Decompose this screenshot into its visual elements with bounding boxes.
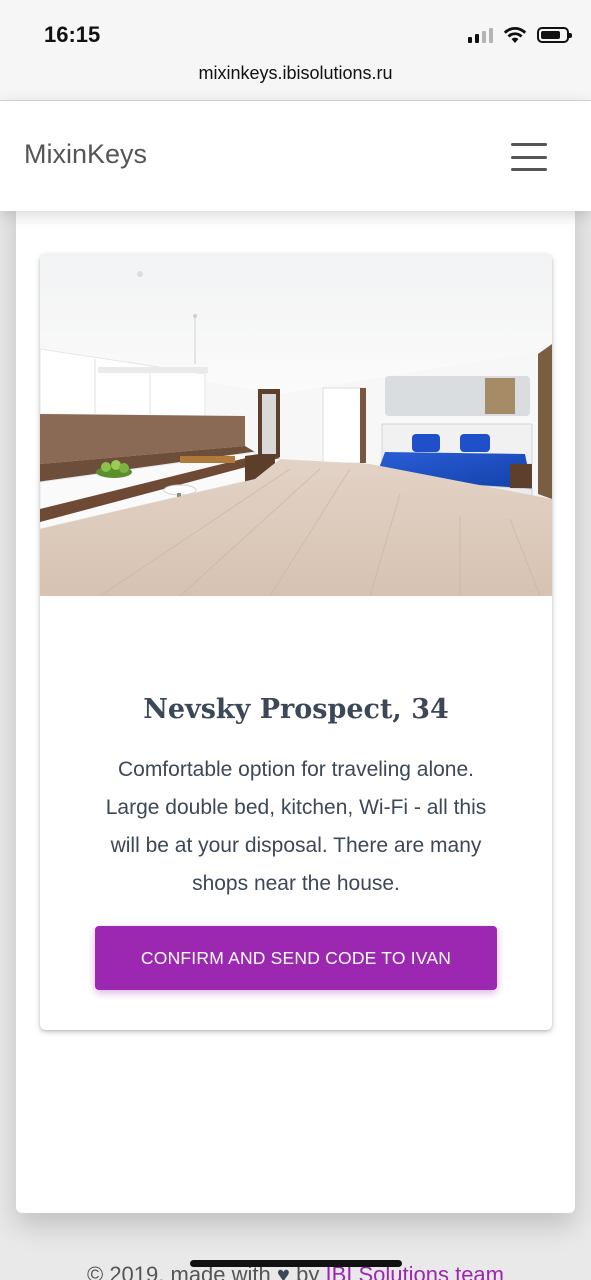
confirm-send-code-button[interactable]: CONFIRM AND SEND CODE TO IVAN bbox=[95, 926, 497, 990]
home-indicator bbox=[190, 1260, 402, 1267]
brand-logo[interactable]: MixinKeys bbox=[24, 139, 147, 170]
hamburger-menu-icon[interactable] bbox=[511, 143, 547, 171]
cellular-signal-icon bbox=[468, 27, 493, 43]
apartment-title: Nevsky Prospect, 34 bbox=[143, 694, 449, 725]
url-bar[interactable]: mixinkeys.ibisolutions.ru bbox=[0, 63, 591, 84]
battery-icon bbox=[537, 27, 572, 43]
apartment-card: Nevsky Prospect, 34 Comfortable option f… bbox=[40, 254, 552, 1030]
status-icons bbox=[468, 26, 572, 44]
wifi-icon bbox=[503, 27, 527, 43]
apartment-photo bbox=[40, 254, 552, 596]
status-time: 16:15 bbox=[44, 22, 101, 47]
browser-top-bar: 16:15 mixinkeys.ibisolutions.ru bbox=[0, 0, 591, 101]
apartment-description: Comfortable option for traveling alone. … bbox=[105, 758, 487, 895]
navbar: MixinKeys bbox=[0, 101, 591, 211]
main-panel: Nevsky Prospect, 34 Comfortable option f… bbox=[16, 196, 575, 1213]
